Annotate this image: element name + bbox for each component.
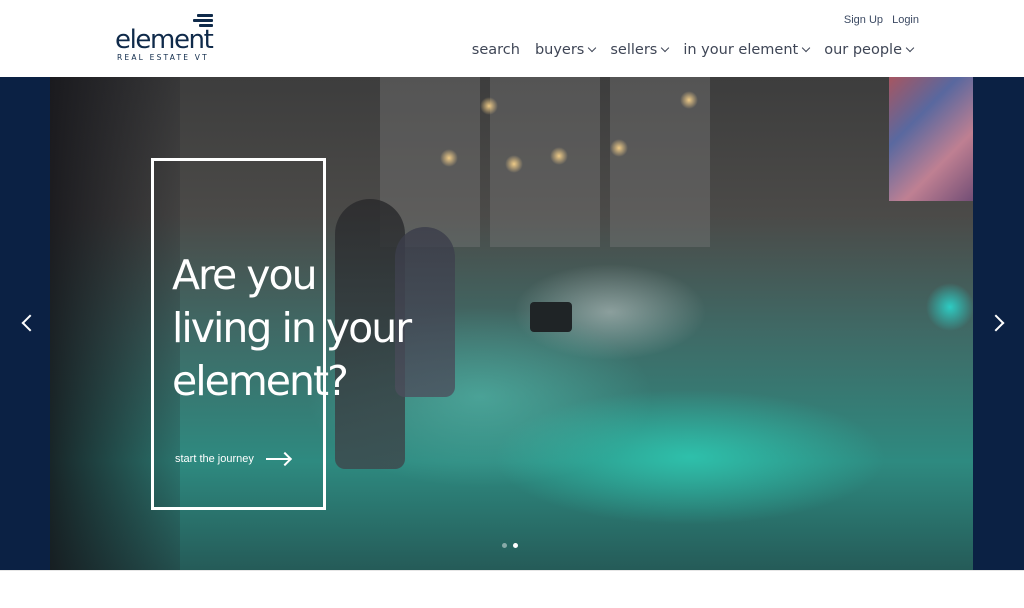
slider-prev-button[interactable]: [20, 313, 34, 333]
cta-label: start the journey: [175, 453, 254, 465]
fog-projector: [530, 302, 572, 332]
signup-link[interactable]: Sign Up: [844, 14, 883, 26]
headline-line: element?: [172, 357, 349, 405]
account-links: Sign Up Login: [838, 14, 919, 26]
nav-item-in-your-element[interactable]: in your element: [683, 42, 811, 58]
arrow-right-icon: [265, 458, 290, 460]
nav-item-label: our people: [824, 42, 902, 58]
main-nav: search buyers sellers in your element ou…: [472, 42, 915, 58]
chevron-down-icon: [588, 43, 597, 53]
nav-item-buyers[interactable]: buyers: [534, 42, 597, 58]
content-section: [0, 570, 1024, 608]
hero-headline: Are you living in your element?: [172, 249, 472, 408]
slider-dots: [502, 543, 518, 548]
wall-art: [889, 77, 973, 201]
nav-item-label: in your element: [683, 42, 799, 58]
logo-wordmark: element: [115, 25, 214, 55]
chevron-down-icon: [905, 43, 915, 53]
hero-slider: Are you living in your element? start th…: [0, 77, 1024, 570]
slider-next-button[interactable]: [990, 313, 1004, 333]
headline-line: Are you: [172, 251, 318, 299]
login-link[interactable]: Login: [892, 14, 919, 26]
element-logo[interactable]: element REAL ESTATE VT: [115, 13, 223, 65]
nav-item-sellers[interactable]: sellers: [610, 42, 670, 58]
start-journey-link[interactable]: start the journey: [175, 453, 290, 465]
nav-item-our-people[interactable]: our people: [824, 42, 915, 58]
nav-item-label: buyers: [534, 42, 585, 58]
slider-dot-2[interactable]: [513, 543, 518, 548]
logo-tagline: REAL ESTATE VT: [117, 53, 209, 62]
slider-dot-1[interactable]: [502, 543, 507, 548]
nav-item-label: search: [471, 42, 520, 58]
chevron-down-icon: [801, 43, 811, 53]
chevron-down-icon: [661, 43, 670, 53]
site-header: element REAL ESTATE VT Sign Up Login sea…: [0, 0, 1024, 77]
headline-line: living in your: [172, 304, 412, 352]
nav-item-search[interactable]: search: [472, 42, 520, 58]
nav-item-label: sellers: [610, 42, 658, 58]
